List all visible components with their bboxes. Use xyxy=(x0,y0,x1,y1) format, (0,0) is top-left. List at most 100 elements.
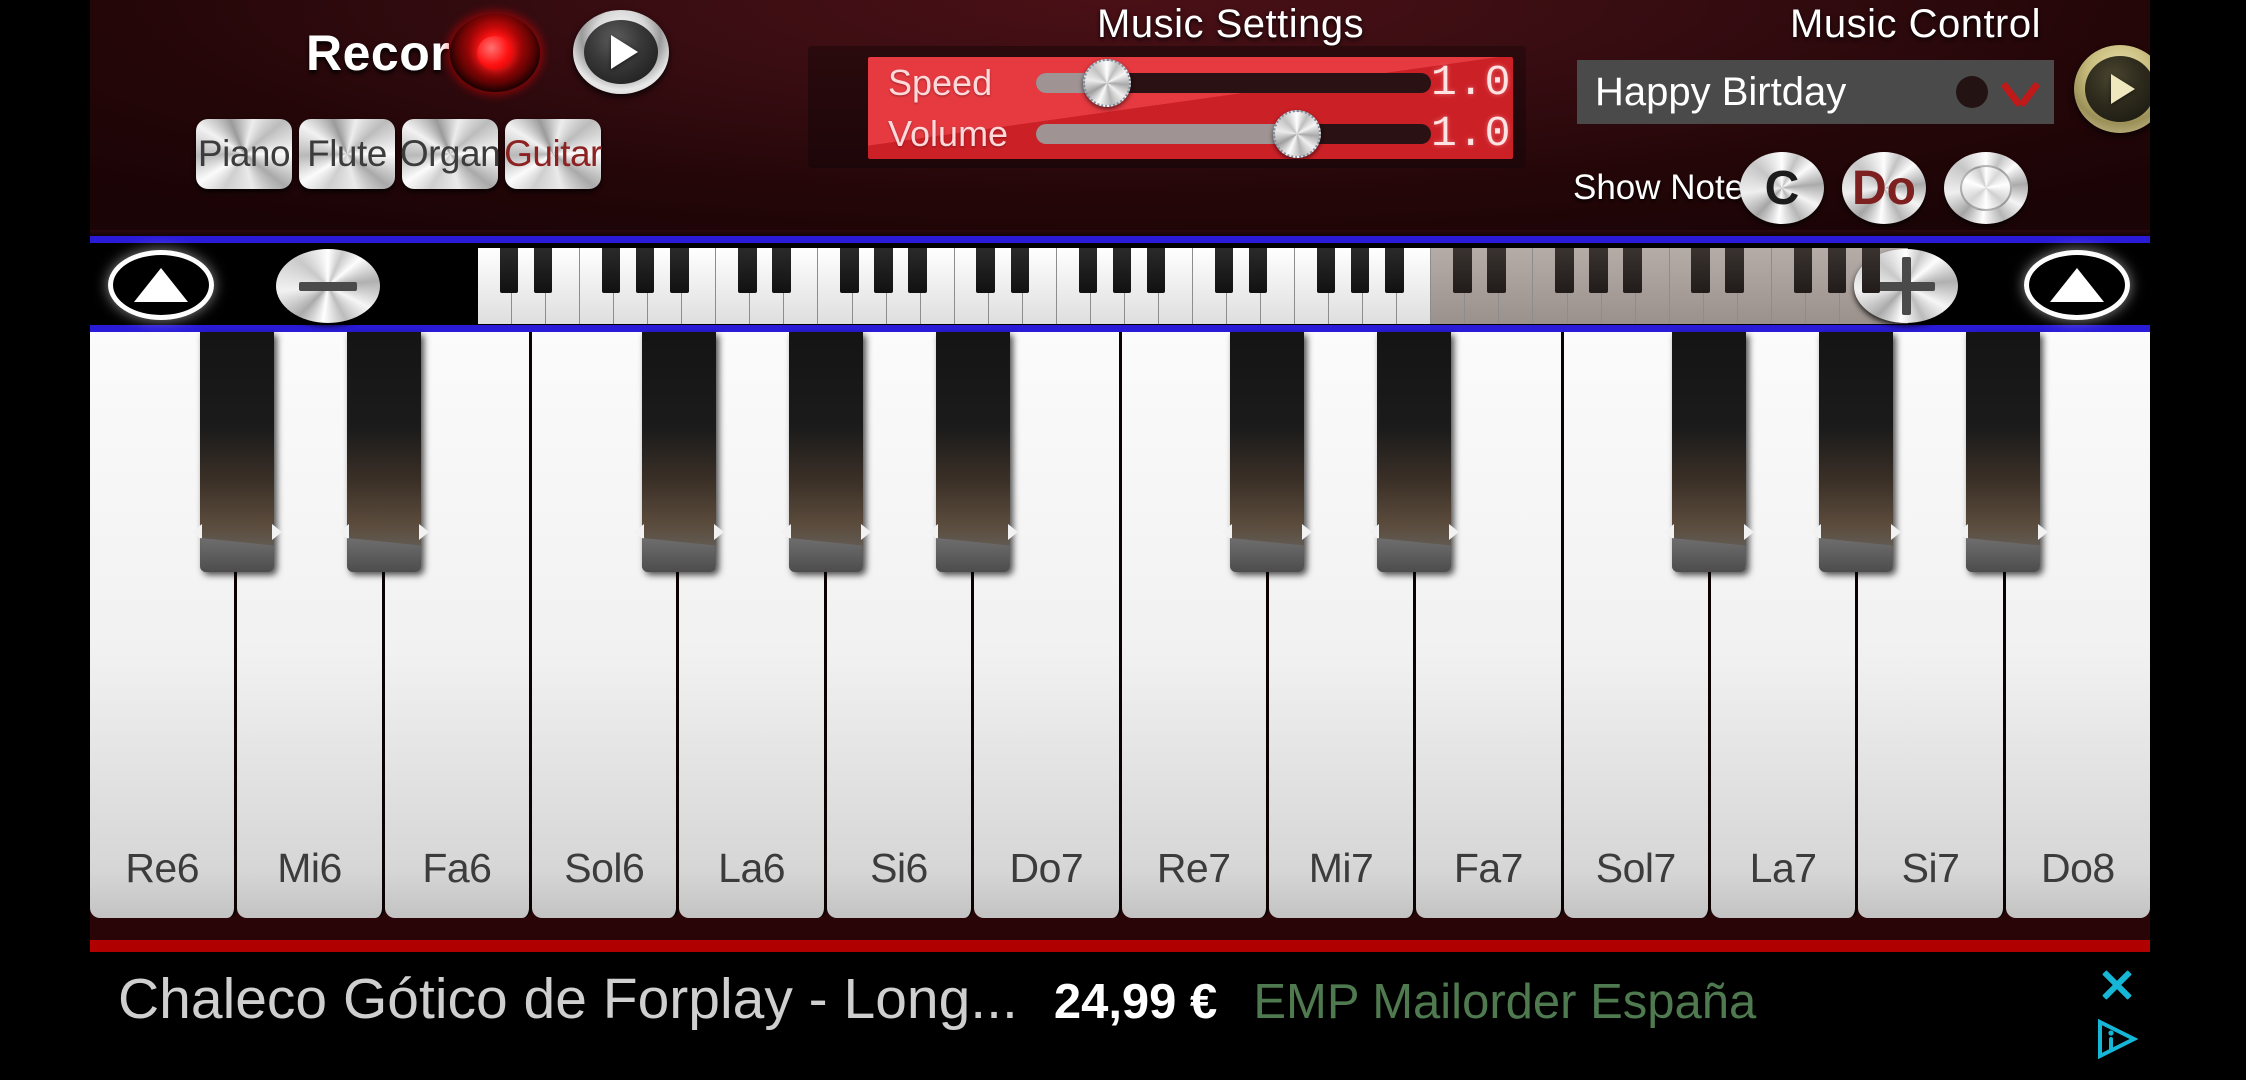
scroll-right-button[interactable] xyxy=(2024,250,2130,320)
note-mode-button-letter[interactable]: C xyxy=(1740,152,1824,224)
speed-label: Speed xyxy=(888,61,993,103)
volume-label: Volume xyxy=(888,112,1009,154)
scroll-left-button[interactable] xyxy=(108,250,214,320)
mini-black-key xyxy=(601,248,621,293)
piano-app: Record Piano Flute Organ Guitar Music Se… xyxy=(0,0,2246,1080)
top-control-panel: Record Piano Flute Organ Guitar Music Se… xyxy=(90,0,2150,236)
music-settings-sliders: Speed 1.0 Volume 1.0 xyxy=(868,57,1513,159)
mini-black-key xyxy=(1589,248,1608,293)
instrument-button-guitar[interactable]: Guitar xyxy=(504,119,602,189)
record-button[interactable] xyxy=(450,14,540,92)
zoom-out-button[interactable] xyxy=(276,249,380,323)
mini-black-key xyxy=(635,248,655,293)
white-key-label: Re7 xyxy=(1156,845,1231,891)
play-triangle-icon xyxy=(2085,56,2150,122)
mini-black-key xyxy=(1861,248,1881,293)
mini-key xyxy=(716,248,757,324)
minus-icon xyxy=(299,281,357,291)
note-mode-label: C xyxy=(1764,161,1800,215)
mini-black-key xyxy=(1555,248,1574,293)
white-key-do7[interactable]: Do7 xyxy=(974,332,1122,918)
chevron-down-icon xyxy=(2000,77,2042,107)
mini-black-key xyxy=(1725,248,1744,293)
white-key-do8[interactable]: Do8 xyxy=(2005,332,2151,918)
mini-black-key xyxy=(533,248,553,293)
ad-advertiser: EMP Mailorder España xyxy=(1253,975,1757,1029)
instrument-button-piano[interactable]: Piano xyxy=(196,119,292,189)
white-key-label: Do8 xyxy=(2040,845,2115,891)
adchoices-info-icon[interactable] xyxy=(2096,1018,2138,1059)
volume-slider-track[interactable] xyxy=(1036,109,1431,158)
speed-value: 1.0 xyxy=(1431,58,1512,107)
mini-key xyxy=(1771,248,1813,324)
music-settings-title: Music Settings xyxy=(1097,2,1365,46)
white-key-sol7[interactable]: Sol7 xyxy=(1563,332,1711,918)
mini-key xyxy=(1533,248,1574,324)
mini-black-key xyxy=(1623,248,1642,293)
mini-black-key xyxy=(1214,248,1234,293)
ad-price: 24,99 € xyxy=(1053,975,1218,1029)
mini-black-key xyxy=(738,248,757,293)
instrument-button-flute[interactable]: Flute xyxy=(299,119,395,189)
instrument-label: Organ xyxy=(399,133,501,174)
mini-black-key xyxy=(670,248,689,293)
close-x-icon[interactable] xyxy=(2097,965,2137,1005)
mini-black-key xyxy=(874,248,893,293)
mini-key xyxy=(1056,248,1098,324)
music-play-button[interactable] xyxy=(2074,45,2150,133)
volume-slider-fill xyxy=(1036,123,1297,144)
white-key-si6[interactable]: Si6 xyxy=(826,332,975,918)
mini-black-key xyxy=(1248,248,1268,293)
white-key-si7[interactable]: Si7 xyxy=(1858,332,2006,918)
mini-black-key xyxy=(1453,248,1472,293)
mini-black-key xyxy=(1691,248,1710,293)
white-key-label: Fa6 xyxy=(422,845,492,891)
note-mode-button-solfege[interactable]: Do xyxy=(1842,152,1926,224)
song-select-dropdown[interactable]: Happy Birtday xyxy=(1577,60,2054,124)
instrument-label: Flute xyxy=(307,133,387,174)
instrument-label: Guitar xyxy=(504,133,602,174)
white-key-fa7[interactable]: Fa7 xyxy=(1416,332,1564,918)
ad-banner[interactable]: Chaleco Gótico de Forplay - Long... 24,9… xyxy=(90,940,2150,1080)
mini-black-key xyxy=(908,248,927,293)
speed-slider-track[interactable] xyxy=(1036,58,1431,107)
note-mode-button-off[interactable] xyxy=(1944,152,2028,224)
white-key-la6[interactable]: La6 xyxy=(679,332,827,918)
note-mode-label: Do xyxy=(1852,161,1916,215)
white-key-fa6[interactable]: Fa6 xyxy=(384,332,533,918)
mini-keyboard-overview[interactable] xyxy=(478,248,1908,324)
white-key-mi6[interactable]: Mi6 xyxy=(237,332,385,918)
white-key-re6[interactable]: Re6 xyxy=(90,332,238,918)
mini-key xyxy=(1431,248,1472,324)
play-recording-button[interactable] xyxy=(573,10,669,94)
white-key-label: Do7 xyxy=(1009,845,1084,891)
mini-black-key xyxy=(1010,248,1029,293)
mini-black-key xyxy=(1827,248,1847,293)
keyboard-navigation-strip xyxy=(90,236,2150,332)
white-key-mi7[interactable]: Mi7 xyxy=(1268,332,1417,918)
record-dot-icon xyxy=(477,36,513,70)
mini-key xyxy=(954,248,995,324)
instrument-button-organ[interactable]: Organ xyxy=(399,119,501,189)
mini-black-key xyxy=(976,248,995,293)
volume-slider-knob[interactable] xyxy=(1272,109,1321,158)
ad-top-bar xyxy=(90,940,2150,952)
ad-title: Chaleco Gótico de Forplay - Long... xyxy=(118,967,1018,1031)
volume-slider-row: Volume 1.0 xyxy=(868,108,1513,159)
white-keys-row: Re6 Mi6 Fa6 Sol6 La6 Si6 Do7 Re7 Mi7 Fa7 Sol7 La7 Si… xyxy=(90,332,2151,918)
mini-black-key xyxy=(772,248,791,293)
white-key-sol6[interactable]: Sol6 xyxy=(532,332,680,918)
ad-content: Chaleco Gótico de Forplay - Long... 24,9… xyxy=(118,966,1756,1032)
white-key-label: Sol7 xyxy=(1595,845,1677,891)
mini-key xyxy=(1669,248,1710,324)
white-key-label: Re6 xyxy=(125,845,200,891)
show-notes-label: Show Notes xyxy=(1573,168,1762,207)
plus-icon-vertical xyxy=(1901,257,1911,315)
volume-value: 1.0 xyxy=(1431,109,1512,158)
white-key-label: Mi7 xyxy=(1308,845,1374,891)
white-key-re7[interactable]: Re7 xyxy=(1121,332,1269,918)
play-triangle-icon xyxy=(584,20,658,84)
white-key-label: La6 xyxy=(718,845,786,891)
white-key-la7[interactable]: La7 xyxy=(1710,332,1859,918)
speed-slider-knob[interactable] xyxy=(1083,58,1132,107)
